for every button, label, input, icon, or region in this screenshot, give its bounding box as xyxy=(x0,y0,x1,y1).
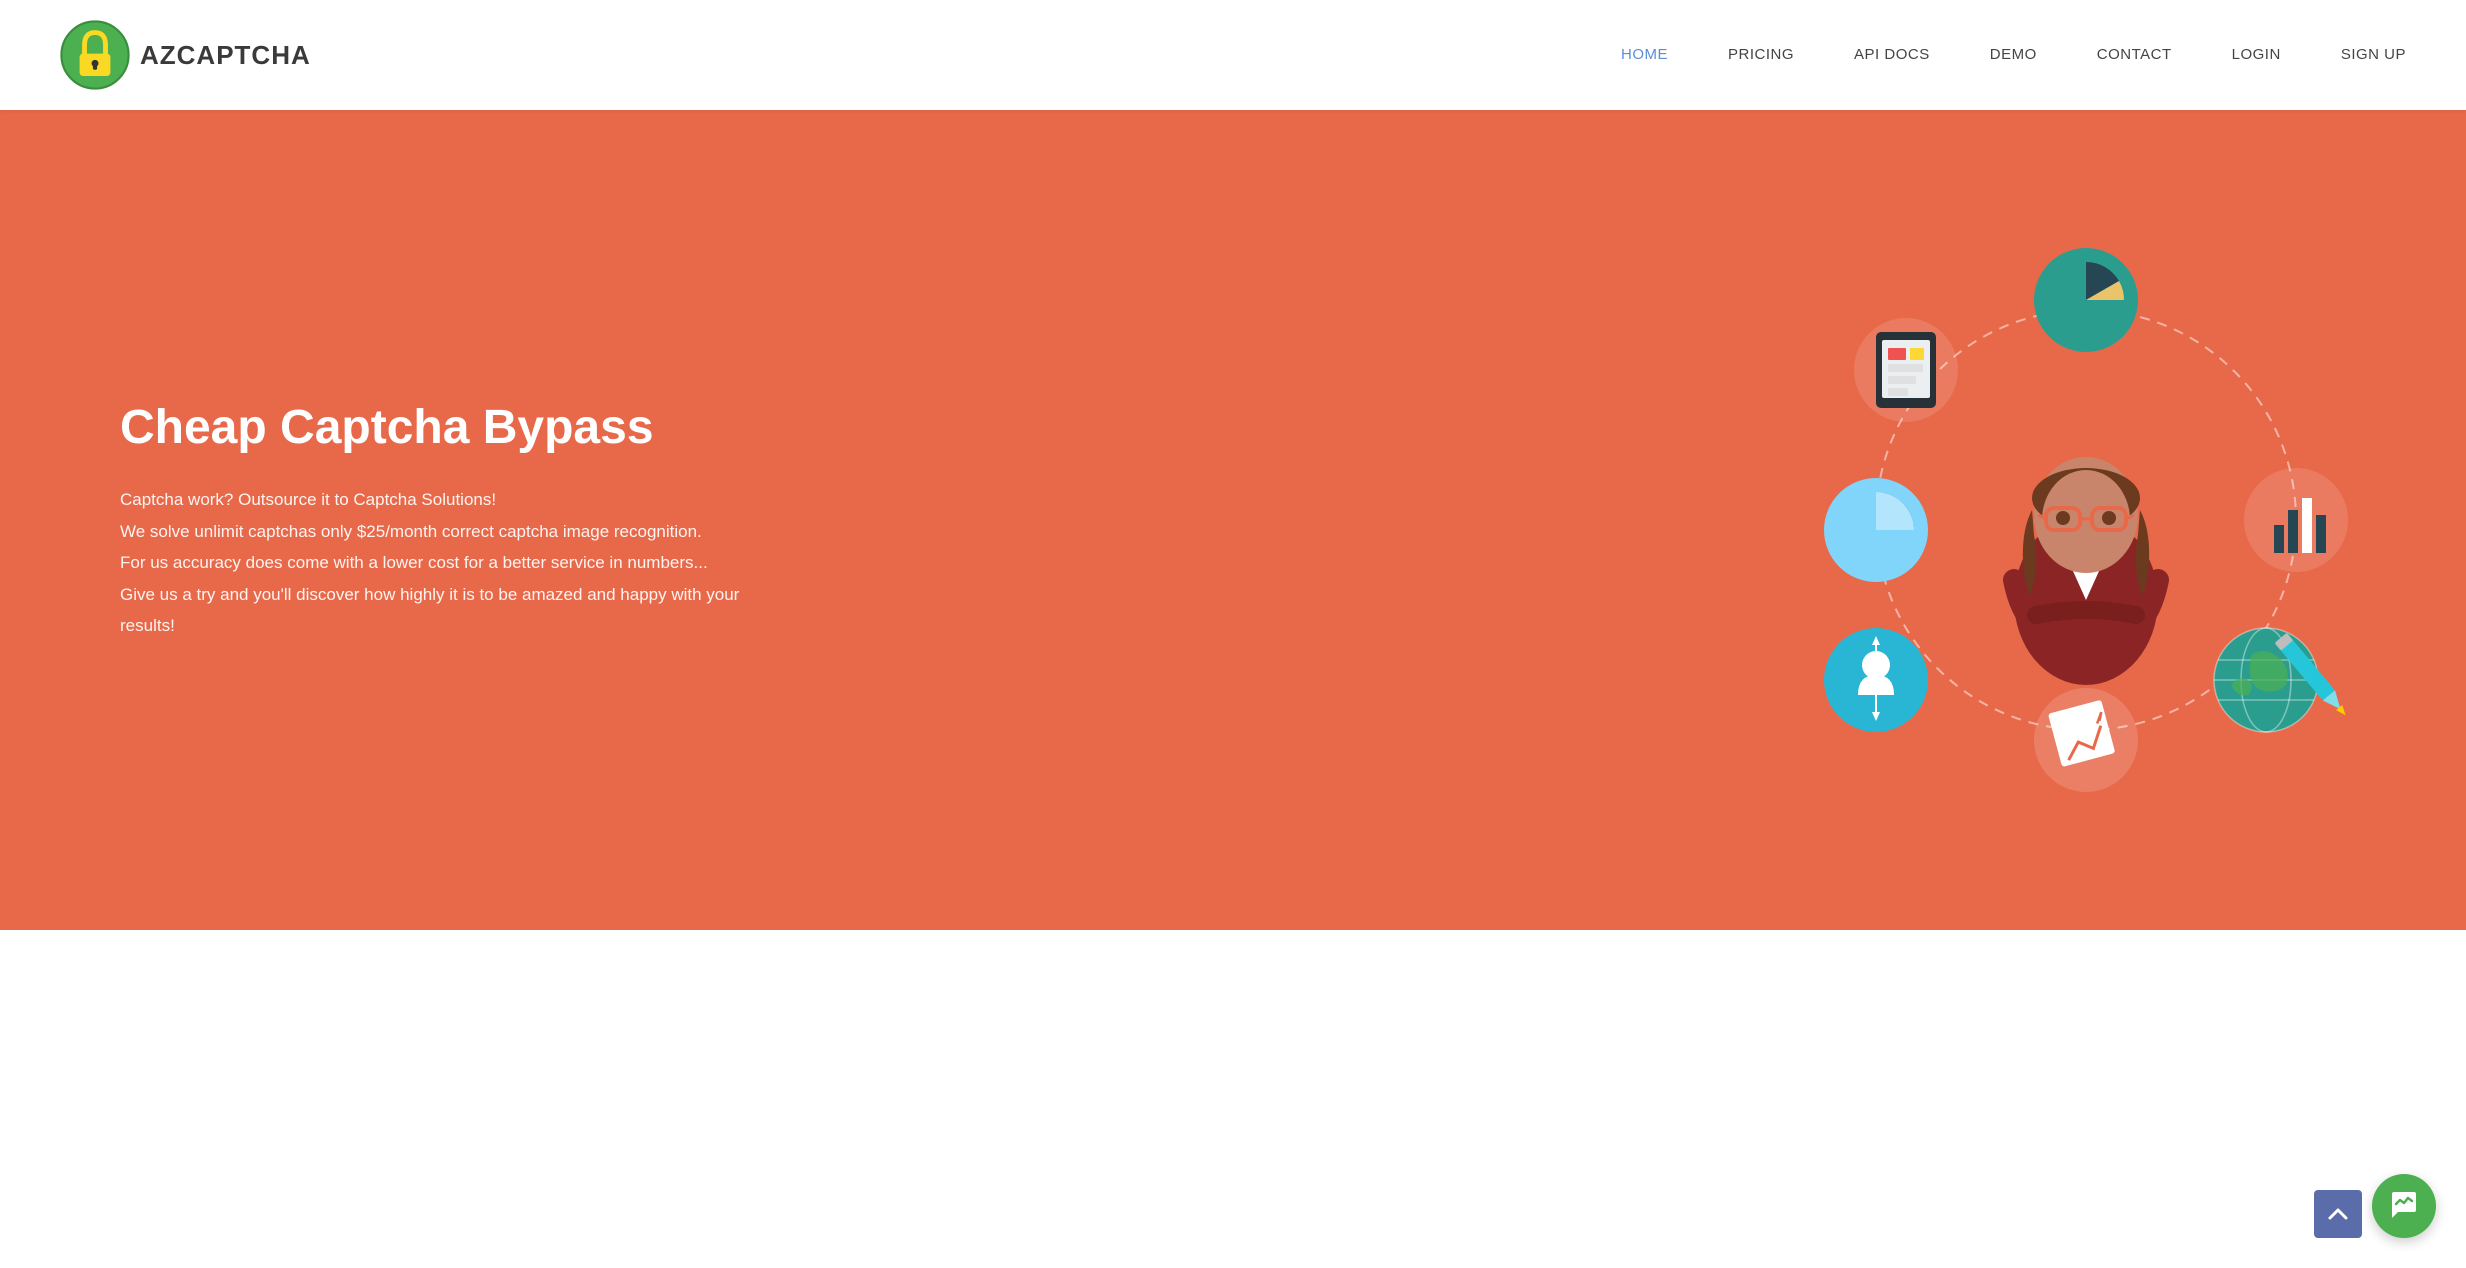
hero-description: Captcha work? Outsource it to Captcha So… xyxy=(120,484,740,641)
hero-desc-line1: Captcha work? Outsource it to Captcha So… xyxy=(120,490,496,509)
nav-link-pricing[interactable]: PRICING xyxy=(1728,46,1794,63)
central-person xyxy=(2014,457,2158,685)
logo-icon xyxy=(60,20,130,90)
scroll-top-button[interactable] xyxy=(2314,1190,2362,1238)
chat-bubble[interactable] xyxy=(2372,1174,2436,1238)
chevron-up-icon xyxy=(2326,1202,2350,1226)
hero-content: Cheap Captcha Bypass Captcha work? Outso… xyxy=(120,399,740,642)
nav-link-contact[interactable]: CONTACT xyxy=(2097,46,2172,63)
logo-link[interactable]: AZCAPTCHA xyxy=(60,20,311,90)
logo-text: AZCAPTCHA xyxy=(140,40,311,71)
hero-title: Cheap Captcha Bypass xyxy=(120,399,740,457)
nav-menu: HOME PRICING API DOCS DEMO CONTACT LOGIN SIGN … xyxy=(1621,46,2406,64)
navbar: AZCAPTCHA HOME PRICING API DOCS DEMO CONTACT… xyxy=(0,0,2466,110)
nav-link-api-docs[interactable]: API DOCS xyxy=(1854,46,1930,63)
hero-illustration xyxy=(1786,220,2386,820)
hero-desc-line2: We solve unlimit captchas only $25/month… xyxy=(120,522,702,541)
illustration-svg xyxy=(1786,220,2386,820)
hero-desc-line3: For us accuracy does come with a lower c… xyxy=(120,553,708,572)
nav-link-signup[interactable]: SIGN UP xyxy=(2341,46,2406,63)
nav-link-home[interactable]: HOME xyxy=(1621,46,1668,63)
nav-link-login[interactable]: LOGIN xyxy=(2232,46,2281,63)
hero-section: Cheap Captcha Bypass Captcha work? Outso… xyxy=(0,110,2466,930)
nav-link-demo[interactable]: DEMO xyxy=(1990,46,2037,63)
chat-icon xyxy=(2388,1190,2420,1222)
hero-desc-line4: Give us a try and you'll discover how hi… xyxy=(120,585,739,635)
